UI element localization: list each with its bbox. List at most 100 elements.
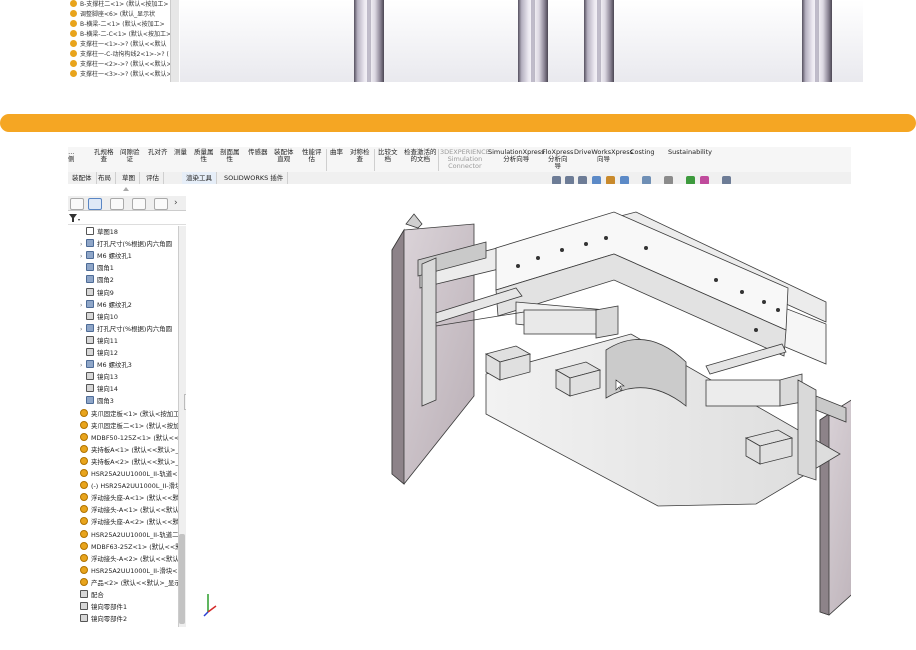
chevron-right-icon[interactable]: › [174,198,184,208]
ribbon-command-button[interactable]: 质量属 性 [194,149,214,163]
display-manager-tab-icon[interactable] [154,198,168,210]
feature-tree: 草图18 › 打孔尺寸(%根据)内六角圆 › M6 螺纹孔1 圆角1 圆角2 镜向9 › M6 螺… [68,226,186,627]
top-tree-item[interactable]: B-支撑柱二<1> (默认<按加工> [70,0,168,10]
appearance-tab-icon[interactable] [70,198,84,210]
tree-item-label: 镜向11 [97,336,118,345]
tree-item[interactable]: 圆角2 [80,274,114,286]
fillet-icon [86,275,94,284]
top-tree-item[interactable]: 支撑柱一<3>->? (默认<<默认> [70,70,172,80]
top-tree-item-label: 调整脚座<6> (默认_显示状 [80,11,156,18]
graphics-area[interactable] [186,184,851,627]
tree-item[interactable]: › M6 螺纹孔1 [80,250,132,262]
ribbon-command-button[interactable]: 测量 [174,149,187,156]
tree-item[interactable]: 夹爪固定板<1> (默认<按加工 [74,408,180,420]
tree-item-label: 镜向9 [97,288,114,297]
top-tree-scrollbar[interactable] [170,0,179,82]
tree-filter-row [68,212,186,225]
part-icon [70,30,77,37]
ribbon-command-button[interactable]: Costing [630,149,655,156]
top-tree-item[interactable]: B-横梁-二-C<1> (默认<按加工> [70,30,171,40]
ribbon-command-button[interactable]: 孔对齐 [148,149,168,156]
tree-item[interactable]: 镜向10 [80,311,118,323]
ribbon-command-button[interactable]: 曲率 [330,149,343,156]
configuration-manager-tab-icon[interactable] [132,198,146,210]
tree-item[interactable]: 镜向零部件2 [74,613,127,625]
part-icon [80,456,88,465]
top-tree-item-label: B-横梁-二<1> (默认<按加工> [80,21,165,28]
ribbon-command-button[interactable]: 孔规格 查 [94,149,114,163]
tree-item[interactable]: 镜向14 [80,383,118,395]
tree-item[interactable]: HSR25A2UU1000L_II-轨道二 [74,529,179,541]
ribbon-command-button[interactable]: DriveWorksXpress 向导 [574,149,633,163]
command-tab[interactable]: 装配体 [68,172,97,184]
ribbon-command-button[interactable]: 3DEXPERIENCE Simulation Connector [440,149,490,170]
tree-item[interactable]: 浮动接头座-A<2> (默认<<默 [74,516,179,528]
ribbon-command-button[interactable]: 性能评 估 [302,149,322,163]
top-tree-item[interactable]: 支撑柱一<1>->? (默认<<默认 [70,40,167,50]
tree-item[interactable]: HSR25A2UU1000L_II-滑块<2 [74,565,182,577]
tree-item[interactable]: MDBF63-25Z<1> (默认<<默 [74,541,182,553]
ribbon-command-button[interactable]: FloXpress 分析向 导 [542,149,573,170]
tree-item-label: M6 螺纹孔3 [97,361,132,370]
tree-item[interactable]: 圆角3 [80,395,114,407]
command-tab[interactable]: 草图 [118,172,140,184]
tree-item[interactable]: 草图18 [80,226,118,238]
feature-manager-tab-icon[interactable] [88,198,102,210]
assembly-icon [80,577,88,586]
part-icon [80,481,88,490]
ribbon-command-button[interactable]: 间隙验 证 [120,149,140,163]
property-manager-tab-icon[interactable] [110,198,124,210]
panel-collapse-icon[interactable] [122,185,130,193]
ribbon-command-button[interactable]: 剖面属 性 [220,149,240,163]
tree-item[interactable]: HSR25A2UU1000L_II-轨道<1 [74,468,182,480]
part-icon [80,517,88,526]
tree-item[interactable]: 浮动接头-A<1> (默认<<默认 [74,504,179,516]
part-icon [70,50,77,57]
ribbon-command-button[interactable]: 传感器 [248,149,268,156]
tree-item[interactable]: 镜向零部件1 [74,601,127,613]
support-column [518,0,548,82]
tree-item[interactable]: 夹持板A<1> (默认<<默认>_ [74,444,179,456]
tree-item[interactable]: (-) HSR25A2UU1000L_II-滑块 [74,480,181,492]
support-column [354,0,384,82]
ribbon-command-button[interactable]: Sustainability [668,149,712,156]
command-tab[interactable]: 布局 [94,172,116,184]
hole-wizard-icon [86,360,94,369]
tree-item[interactable]: 镜向12 [80,347,118,359]
filter-icon[interactable] [69,214,81,223]
tree-item[interactable]: › M6 螺纹孔2 [80,299,132,311]
command-tab[interactable]: 渲染工具 [182,172,217,184]
tree-item[interactable]: 镜向9 [80,287,114,299]
tree-item[interactable]: 圆角1 [80,262,114,274]
command-tab[interactable]: SOLIDWORKS 插件 [220,172,289,184]
ribbon-command-button[interactable]: 装配体 直观 [274,149,294,163]
fillet-icon [86,396,94,405]
tree-item[interactable]: 配合 [74,589,104,601]
ribbon-command-button[interactable]: 检查激活的 的文档 [404,149,437,163]
tree-item-label: 草图18 [97,228,118,236]
tree-scrollbar-thumb[interactable] [179,534,185,624]
tree-item[interactable]: › 打孔尺寸(%根据)内六角圆 [80,323,172,335]
tree-item[interactable]: 夹持板A<2> (默认<<默认>_ [74,456,179,468]
part-icon [80,565,88,574]
tree-item[interactable]: 夹爪固定板二<1> (默认<按加 [74,420,180,432]
top-tree-item-label: 支撑柱一<3>->? (默认<<默认> [80,71,172,78]
tree-item[interactable]: 镜向13 [80,371,118,383]
panel-tab-bar: › [68,196,186,211]
tree-item[interactable]: 浮动接头座-A<1> (默认<<默 [74,492,179,504]
top-tree-item[interactable]: 支撑柱一-C-动拘构线2<1>->? ( [70,50,169,60]
tree-item[interactable]: 浮动接头-A<2> (默认<<默认 [74,553,179,565]
tree-item[interactable]: 产品<2> (默认<<默认>_显示 [74,577,181,589]
ribbon-command-button[interactable]: 比较文 档 [378,149,398,163]
tree-item[interactable]: › 打孔尺寸(%根据)内六角圆 [80,238,172,250]
top-tree-item[interactable]: B-横梁-二<1> (默认<按加工> [70,20,165,30]
ribbon-command-button[interactable]: ... 侧 [68,149,75,163]
tree-item[interactable]: MDBF50-125Z<1> (默认<<默 [74,432,186,444]
ribbon-command-button[interactable]: SimulationXpress 分析向导 [488,149,545,163]
top-tree-item[interactable]: 调整脚座<6> (默认_显示状 [70,10,155,20]
ribbon-command-button[interactable]: 对称检 查 [350,149,370,163]
top-tree-item[interactable]: 支撑柱一<2>->? (默认<<默认> [70,60,172,70]
tree-item[interactable]: › M6 螺纹孔3 [80,359,132,371]
tree-item[interactable]: 镜向11 [80,335,118,347]
command-tab[interactable]: 评估 [142,172,164,184]
